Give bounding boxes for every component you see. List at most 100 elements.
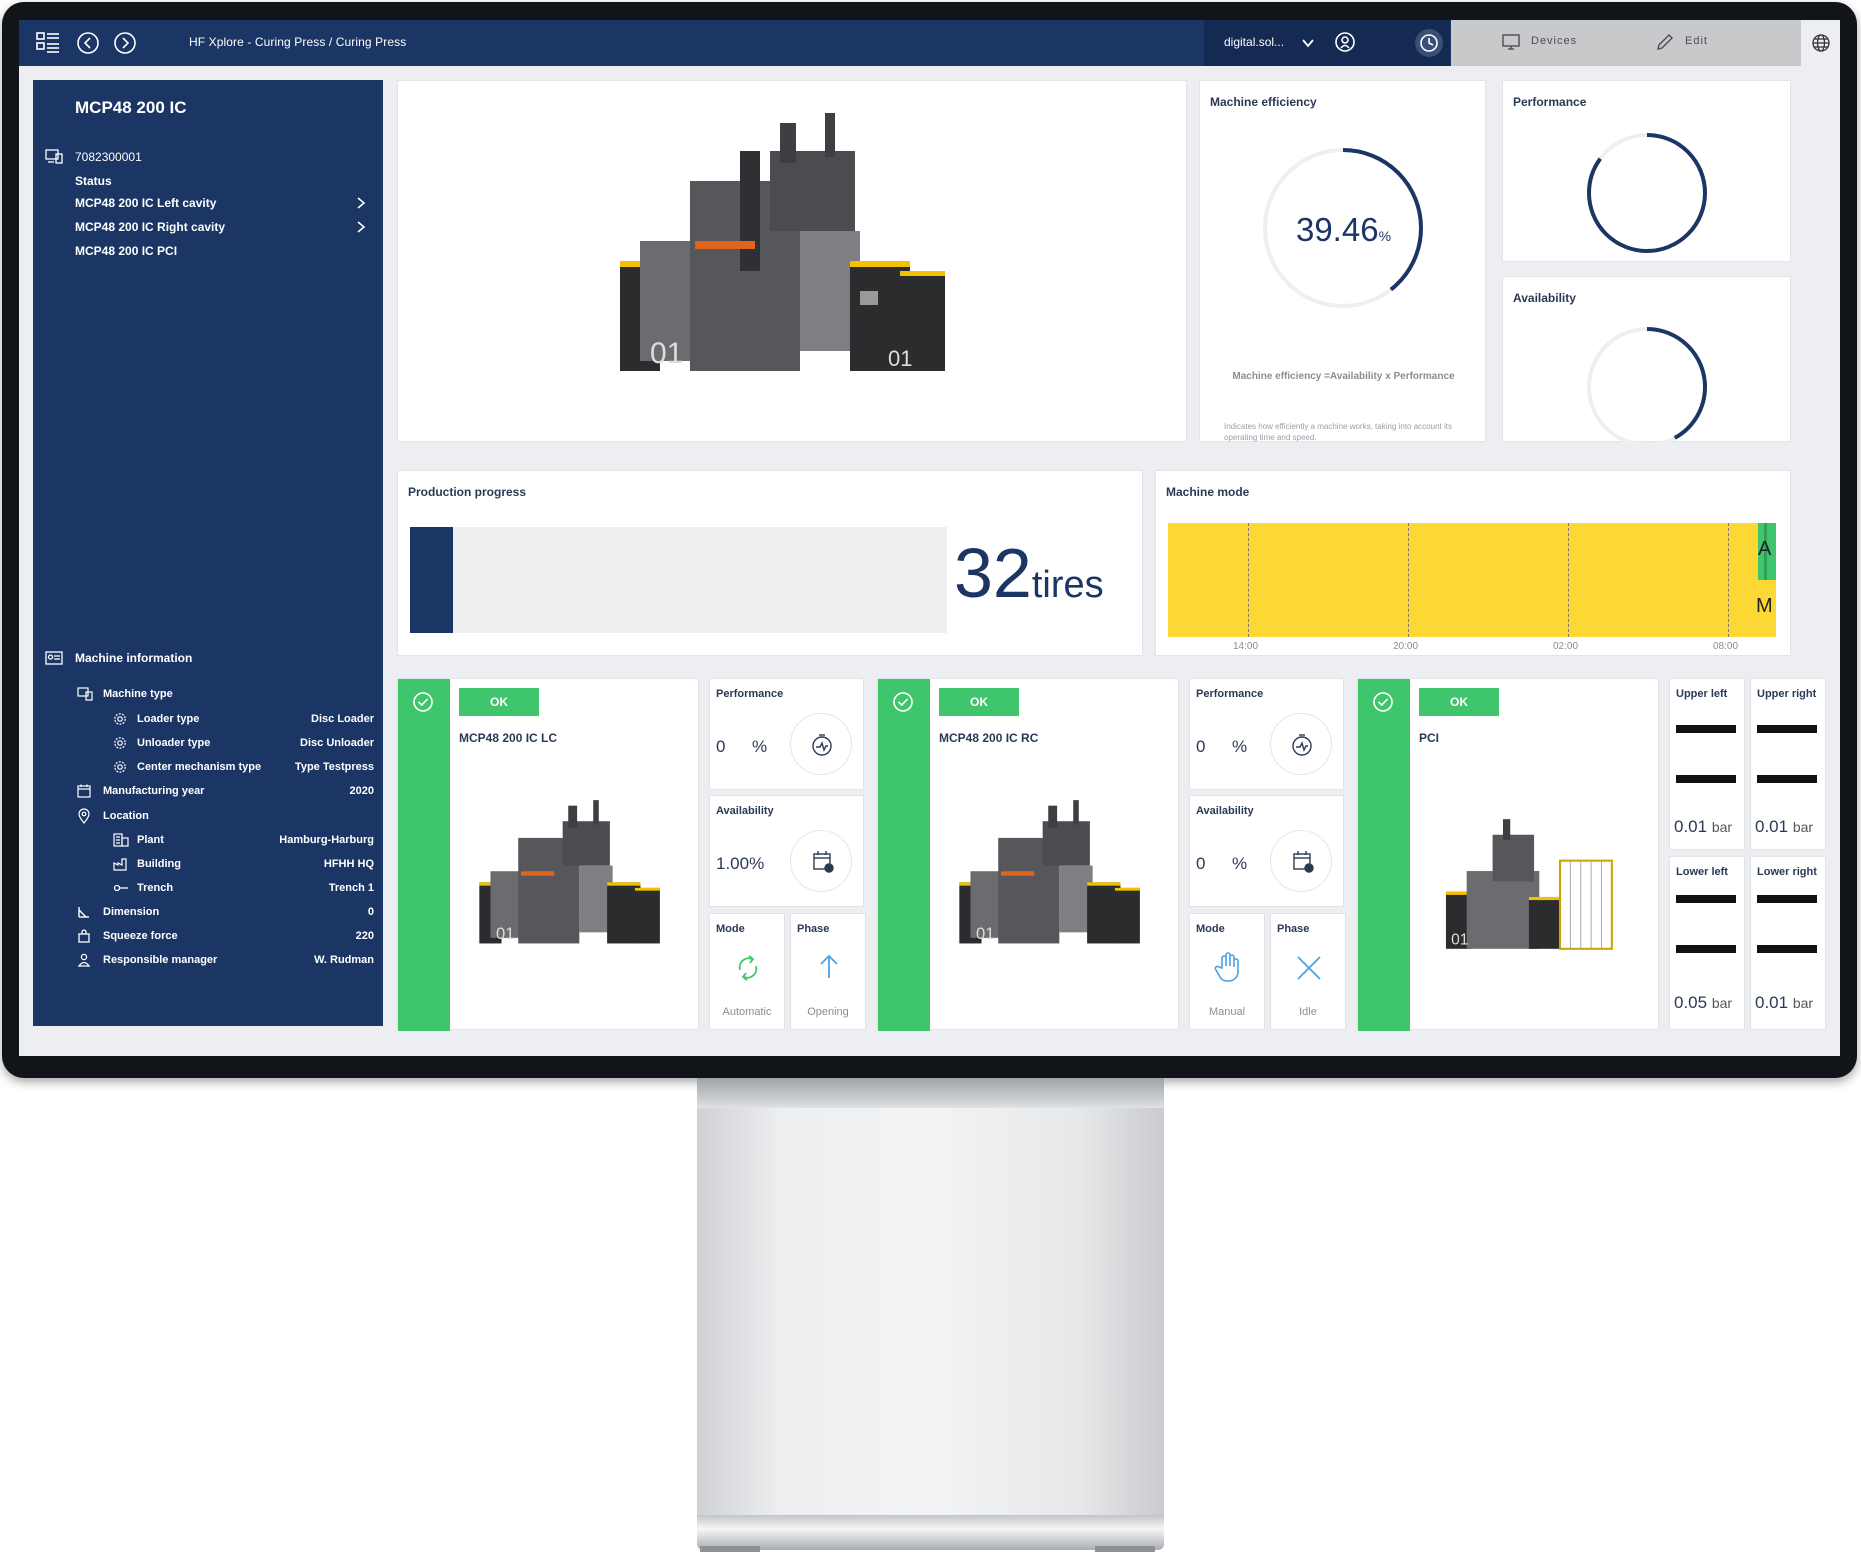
pressure-bar <box>1676 725 1736 733</box>
language-button[interactable] <box>1801 20 1840 66</box>
status-strip <box>878 679 930 1031</box>
machine-mode-chart: A M <box>1168 523 1776 637</box>
menu-list-icon[interactable] <box>35 30 61 56</box>
machine-efficiency-card: Machine efficiency 39.46% Machine effici… <box>1199 80 1486 442</box>
availability-value: 0 <box>1196 854 1206 873</box>
pressure-unit: bar <box>1792 995 1814 1011</box>
grid-line <box>1408 523 1409 637</box>
squeeze-force-value: 220 <box>355 930 374 942</box>
svg-text:01: 01 <box>650 337 683 370</box>
status-item-label: MCP48 200 IC PCI <box>75 244 178 258</box>
location-pin-icon <box>77 808 93 824</box>
efficiency-unit: % <box>1378 228 1392 244</box>
pressure-value-wrap: 0.01 bar <box>1674 817 1732 837</box>
unit-name: MCP48 200 IC LC <box>459 731 558 745</box>
pressure-bar <box>1676 945 1736 953</box>
user-circle-icon[interactable] <box>1333 30 1357 59</box>
production-progress-fill <box>410 527 453 633</box>
machine-type-icon <box>77 687 93 703</box>
production-value: 32 <box>954 534 1032 612</box>
loader-type-label: Loader type <box>137 713 200 725</box>
user-name[interactable]: digital.sol... <box>1224 35 1284 49</box>
unit-pci-card[interactable]: OK PCI 01 <box>1357 678 1659 1031</box>
building-label: Building <box>137 858 181 870</box>
monitor-stand <box>697 1078 1164 1518</box>
close-x-icon <box>1293 952 1325 989</box>
edit-button[interactable]: Edit <box>1641 20 1801 66</box>
machine-mode-card: Machine mode A M 14:00 20:00 02:00 08:00 <box>1155 470 1791 656</box>
weight-icon <box>77 929 93 945</box>
performance-card: Performance <box>1502 80 1791 262</box>
mode-a-label: A <box>1758 538 1772 560</box>
pressure-bar <box>1676 895 1736 903</box>
machine-mode-title: Machine mode <box>1166 485 1250 499</box>
performance-unit: % <box>1232 737 1248 756</box>
monitor-foot-left <box>700 1546 760 1552</box>
efficiency-title: Machine efficiency <box>1210 95 1317 109</box>
lc-phase-card: Phase Opening <box>790 913 866 1030</box>
status-item-label: MCP48 200 IC Left cavity <box>75 196 217 210</box>
production-unit: tires <box>1031 564 1104 606</box>
grid-line <box>1728 523 1729 637</box>
tick-label: 20:00 <box>1393 641 1419 652</box>
pressure-bar <box>1757 775 1817 783</box>
pressure-bar <box>1676 775 1736 783</box>
rc-phase-card: Phase Idle <box>1270 913 1346 1030</box>
devices-icon <box>45 148 63 164</box>
calendar-clock-icon <box>1270 830 1332 892</box>
availability-label: Availability <box>716 805 774 817</box>
mode-label: Mode <box>716 923 745 935</box>
production-progress-bar <box>410 527 947 633</box>
building-icon <box>113 833 129 849</box>
availability-title: Availability <box>1513 291 1576 305</box>
unit-rc-card[interactable]: OK MCP48 200 IC RC 01 <box>877 678 1179 1031</box>
performance-title: Performance <box>1513 95 1587 109</box>
performance-label: Performance <box>1196 688 1264 700</box>
monitor-foot-right <box>1095 1546 1155 1552</box>
pressure-bar <box>1757 895 1817 903</box>
history-icon[interactable] <box>1415 29 1443 57</box>
status-strip <box>1358 679 1410 1031</box>
pressure-value-wrap: 0.01 bar <box>1755 817 1813 837</box>
mode-label: Mode <box>1196 923 1225 935</box>
mode-value: Manual <box>1208 1006 1246 1018</box>
chevron-down-icon[interactable] <box>1301 36 1315 55</box>
performance-unit: % <box>752 737 768 756</box>
pressure-lower-right-card: Lower right 0.01 bar <box>1750 856 1826 1030</box>
availability-value: 1.00% <box>716 854 765 873</box>
pressure-unit: bar <box>1711 819 1733 835</box>
forward-icon[interactable] <box>112 30 138 56</box>
plant-value: Hamburg-Harburg <box>279 834 374 846</box>
back-icon[interactable] <box>75 30 101 56</box>
svg-text:01: 01 <box>888 346 912 371</box>
plant-label: Plant <box>137 834 164 846</box>
check-circle-icon <box>1372 691 1394 718</box>
monitor-stand-neck <box>697 1078 1164 1108</box>
pressure-value: 0.01 <box>1755 993 1789 1012</box>
lc-performance-card: Performance 0 % <box>709 678 864 790</box>
status-item-pci[interactable]: MCP48 200 IC PCI <box>75 242 367 262</box>
devices-label: Devices <box>1531 35 1578 47</box>
manufacturing-year-value: 2020 <box>349 785 374 797</box>
pressure-label: Lower left <box>1676 866 1728 878</box>
monitor-icon <box>1501 32 1521 55</box>
devices-button[interactable]: Devices <box>1451 20 1641 66</box>
speedometer-icon <box>1270 713 1332 775</box>
svg-text:01: 01 <box>496 924 515 943</box>
gear-icon <box>113 760 129 776</box>
status-item-left-cavity[interactable]: MCP48 200 IC Left cavity <box>75 194 367 214</box>
status-item-label: MCP48 200 IC Right cavity <box>75 220 226 234</box>
phase-label: Phase <box>797 923 830 935</box>
availability-card: Availability <box>1502 276 1791 447</box>
curing-press-image: 01 01 <box>620 113 945 371</box>
curing-press-image: 01 <box>959 800 1140 944</box>
machine-title: MCP48 200 IC <box>75 98 187 117</box>
production-title: Production progress <box>408 485 527 499</box>
tick-label: 08:00 <box>1713 641 1739 652</box>
status-item-right-cavity[interactable]: MCP48 200 IC Right cavity <box>75 218 367 238</box>
responsible-manager-label: Responsible manager <box>103 954 218 966</box>
phase-label: Phase <box>1277 923 1310 935</box>
svg-text:01: 01 <box>976 924 995 943</box>
unit-lc-card[interactable]: OK MCP48 200 IC LC 01 <box>397 678 699 1031</box>
pressure-unit: bar <box>1711 995 1733 1011</box>
